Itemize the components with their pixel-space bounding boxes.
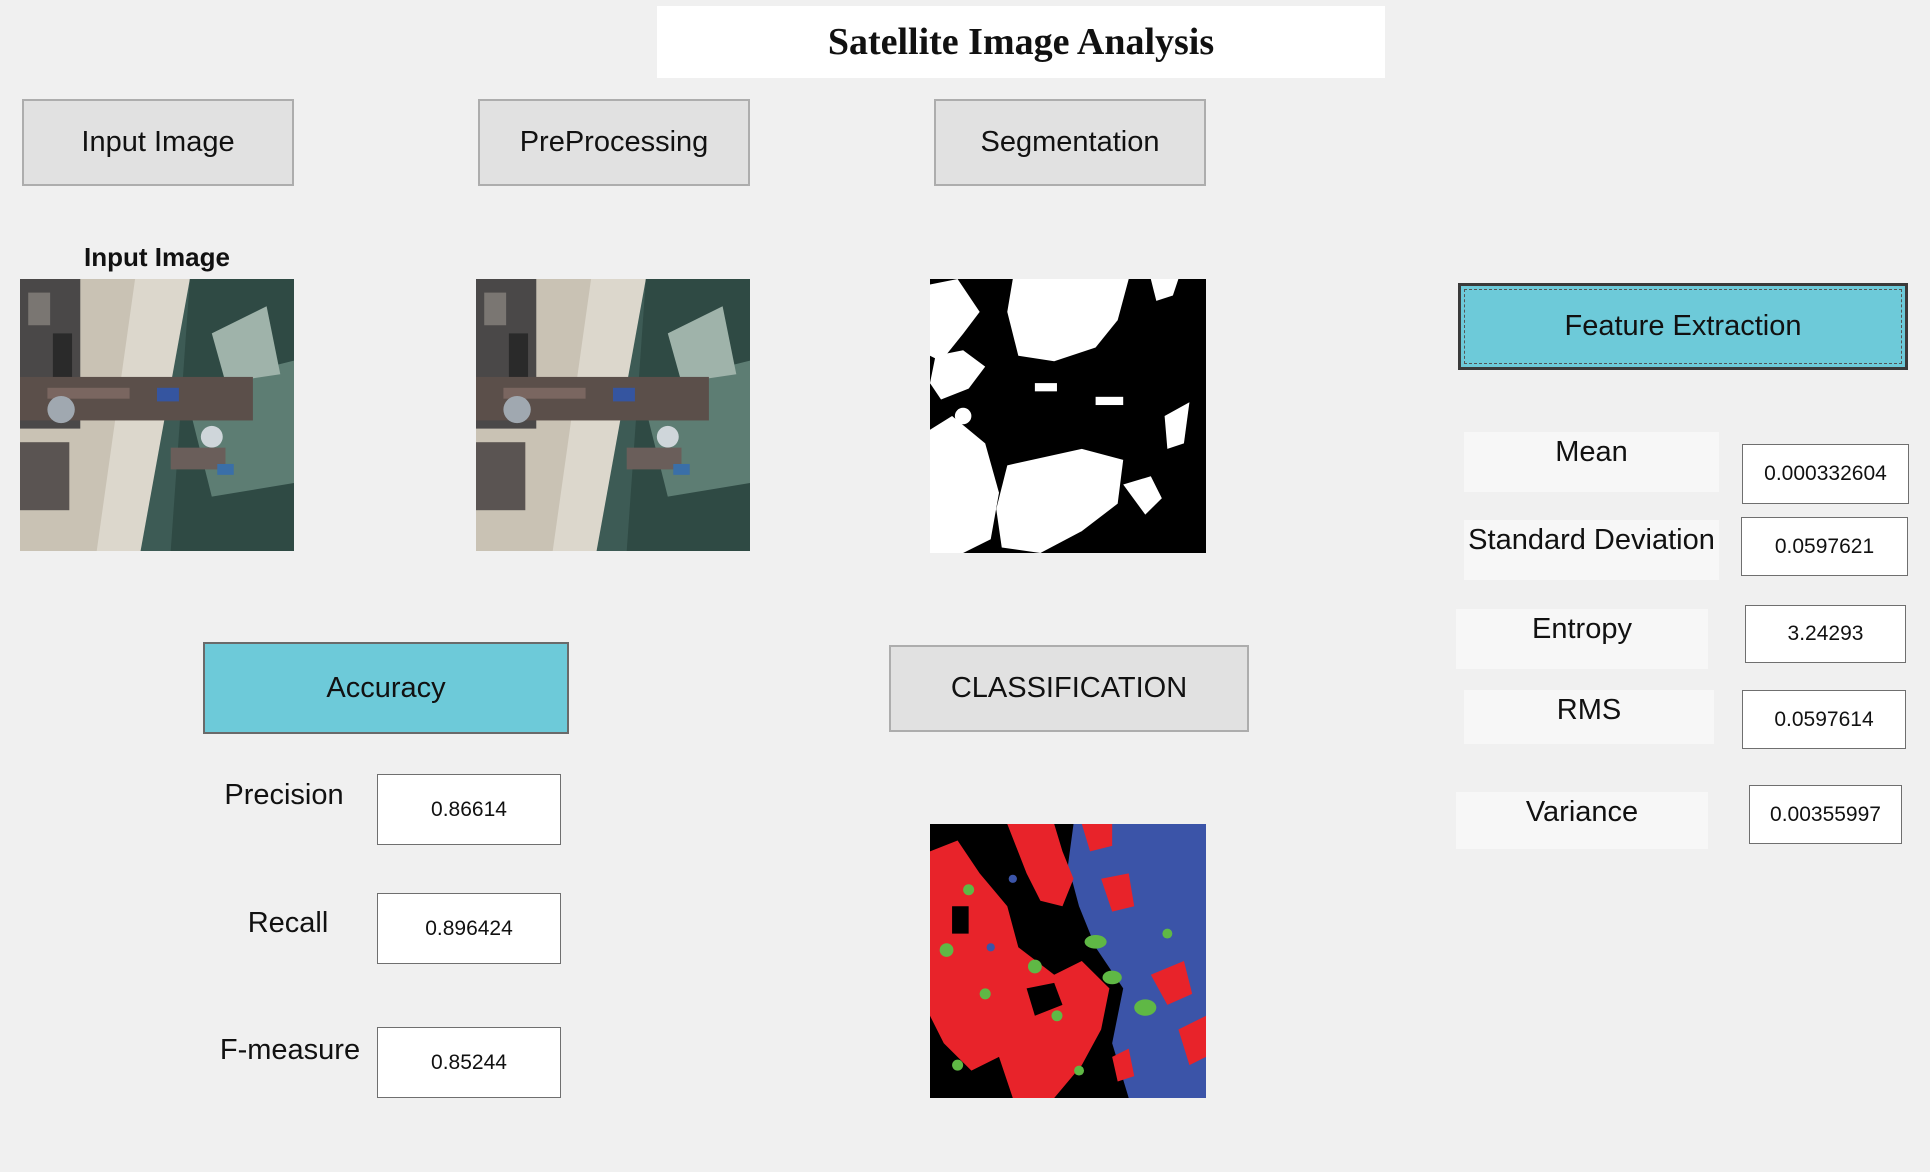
classification-image [930,824,1206,1098]
std-label: Standard Deviation [1464,520,1719,580]
recall-value-field[interactable]: 0.896424 [377,893,561,964]
preprocessed-image [476,279,750,551]
mean-label: Mean [1464,432,1719,492]
variance-label: Variance [1456,792,1708,849]
input-image-caption: Input Image [84,242,230,272]
accuracy-button[interactable]: Accuracy [203,642,569,734]
rms-label: RMS [1464,690,1714,744]
segmentation-button[interactable]: Segmentation [934,99,1206,186]
entropy-value-field[interactable]: 3.24293 [1745,605,1906,663]
entropy-label: Entropy [1456,609,1708,669]
precision-label: Precision [224,779,344,811]
fmeasure-label: F-measure [219,1034,361,1066]
app-title: Satellite Image Analysis [657,6,1385,78]
mean-value-field[interactable]: 0.000332604 [1742,444,1909,504]
feature-extraction-button[interactable]: Feature Extraction [1458,283,1908,370]
variance-value-field[interactable]: 0.00355997 [1749,785,1902,844]
segmentation-image [930,279,1206,553]
fmeasure-value-field[interactable]: 0.85244 [377,1027,561,1098]
input-satellite-image [20,279,294,551]
classification-button[interactable]: CLASSIFICATION [889,645,1249,732]
precision-value-field[interactable]: 0.86614 [377,774,561,845]
recall-label: Recall [247,907,329,939]
input-image-button[interactable]: Input Image [22,99,294,186]
rms-value-field[interactable]: 0.0597614 [1742,690,1906,749]
preprocessing-button[interactable]: PreProcessing [478,99,750,186]
std-value-field[interactable]: 0.0597621 [1741,517,1908,576]
